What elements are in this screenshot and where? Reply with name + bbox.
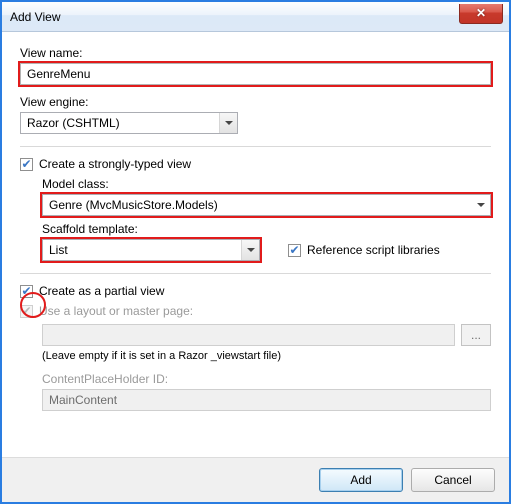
strongly-typed-group: Model class: Genre (MvcMusicStore.Models… bbox=[42, 177, 491, 261]
placeholder-input bbox=[42, 389, 491, 411]
scaffold-label: Scaffold template: bbox=[42, 222, 491, 236]
add-view-dialog: Add View ✕ View name: View engine: Razor… bbox=[0, 0, 511, 504]
strongly-typed-row[interactable]: ✔ Create a strongly-typed view bbox=[20, 157, 491, 171]
divider bbox=[20, 146, 491, 147]
chevron-down-icon bbox=[241, 240, 259, 260]
view-name-label: View name: bbox=[20, 46, 491, 60]
layout-group: ... (Leave empty if it is set in a Razor… bbox=[42, 324, 491, 411]
divider bbox=[20, 273, 491, 274]
add-button[interactable]: Add bbox=[319, 468, 403, 492]
view-engine-value: Razor (CSHTML) bbox=[27, 116, 120, 130]
browse-button: ... bbox=[461, 324, 491, 346]
ref-scripts-row[interactable]: ✔ Reference script libraries bbox=[288, 243, 440, 257]
partial-view-row[interactable]: ✔ Create as a partial view bbox=[20, 284, 491, 298]
close-icon: ✕ bbox=[476, 6, 486, 20]
check-icon: ✔ bbox=[21, 158, 31, 170]
check-icon: ✔ bbox=[21, 285, 31, 297]
layout-hint: (Leave empty if it is set in a Razor _vi… bbox=[42, 350, 491, 362]
partial-view-label: Create as a partial view bbox=[39, 284, 164, 298]
placeholder-label: ContentPlaceHolder ID: bbox=[42, 372, 491, 386]
titlebar: Add View ✕ bbox=[2, 2, 509, 32]
check-icon: ✔ bbox=[21, 305, 31, 317]
model-class-combo[interactable]: Genre (MvcMusicStore.Models) bbox=[42, 194, 491, 216]
model-class-label: Model class: bbox=[42, 177, 491, 191]
view-name-input[interactable] bbox=[20, 63, 491, 85]
view-engine-label: View engine: bbox=[20, 95, 491, 109]
use-layout-row: ✔ Use a layout or master page: bbox=[20, 304, 491, 318]
ref-scripts-checkbox[interactable]: ✔ bbox=[288, 244, 301, 257]
ref-scripts-label: Reference script libraries bbox=[307, 243, 440, 257]
model-class-value: Genre (MvcMusicStore.Models) bbox=[49, 198, 218, 212]
use-layout-label: Use a layout or master page: bbox=[39, 304, 193, 318]
partial-view-checkbox[interactable]: ✔ bbox=[20, 285, 33, 298]
close-button[interactable]: ✕ bbox=[459, 4, 503, 24]
view-engine-combo[interactable]: Razor (CSHTML) bbox=[20, 112, 238, 134]
dialog-body: View name: View engine: Razor (CSHTML) ✔… bbox=[2, 32, 509, 425]
strongly-typed-label: Create a strongly-typed view bbox=[39, 157, 191, 171]
chevron-down-icon bbox=[472, 195, 490, 215]
scaffold-value: List bbox=[49, 243, 68, 257]
strongly-typed-checkbox[interactable]: ✔ bbox=[20, 158, 33, 171]
scaffold-combo[interactable]: List bbox=[42, 239, 260, 261]
ellipsis-icon: ... bbox=[471, 328, 481, 342]
window-title: Add View bbox=[10, 10, 60, 24]
use-layout-checkbox: ✔ bbox=[20, 305, 33, 318]
check-icon: ✔ bbox=[289, 244, 299, 256]
cancel-button[interactable]: Cancel bbox=[411, 468, 495, 492]
layout-path-input bbox=[42, 324, 455, 346]
chevron-down-icon bbox=[219, 113, 237, 133]
dialog-footer: Add Cancel bbox=[2, 457, 509, 502]
